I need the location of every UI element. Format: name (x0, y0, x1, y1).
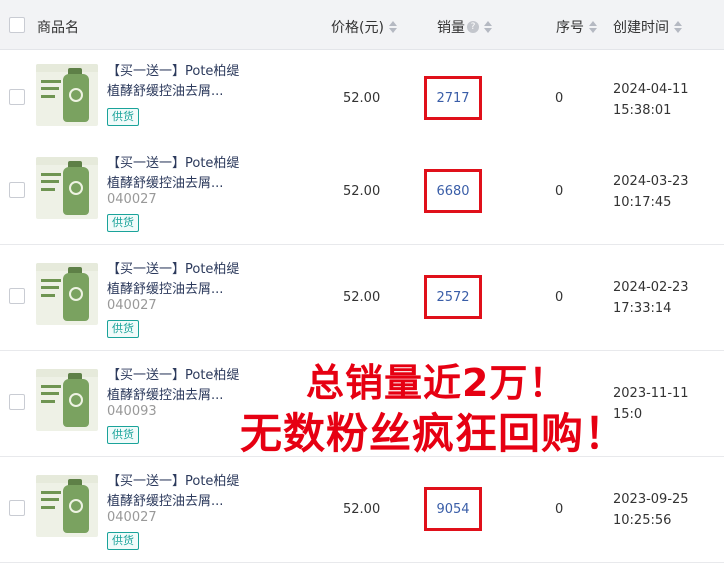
product-code: 040093 (107, 404, 157, 419)
created-time: 2023-09-25 10:25:56 (613, 489, 689, 531)
help-icon[interactable]: ? (467, 21, 479, 33)
supply-tag: 供货 (107, 108, 139, 126)
product-code: 040027 (107, 298, 157, 313)
row-checkbox[interactable] (9, 394, 25, 410)
header-product-name: 商品名 (37, 17, 79, 37)
table-header: 商品名 价格(元) 销量 ? 序号 创建时间 (0, 0, 724, 50)
table-row: 【买一送一】Pote柏缇 植酵舒缓控油去屑... 040027 供货 52.00… (0, 457, 724, 563)
created-time: 2024-02-23 17:33:14 (613, 277, 689, 319)
created-clock: 10:17:45 (613, 195, 672, 210)
sales-value: 2717 (436, 90, 470, 106)
header-created-time-label: 创建时间 (613, 20, 669, 36)
select-all-checkbox[interactable] (9, 17, 25, 33)
product-title[interactable]: 【买一送一】Pote柏缇 植酵舒缓控油去屑... (107, 260, 267, 300)
row-checkbox[interactable] (9, 89, 25, 105)
header-sales-label: 销量 (437, 20, 465, 36)
product-title[interactable]: 【买一送一】Pote柏缇 植酵舒缓控油去屑... (107, 154, 267, 194)
header-price-label: 价格(元) (331, 20, 384, 36)
sequence-value: 0 (555, 91, 564, 106)
created-clock: 10:25:56 (613, 513, 672, 528)
sort-icon[interactable] (388, 21, 397, 33)
created-time: 2024-03-23 10:17:45 (613, 171, 689, 213)
header-sequence-label: 序号 (556, 20, 584, 36)
sort-icon[interactable] (484, 21, 492, 33)
created-date: 2023-09-25 (613, 492, 689, 507)
header-created-time[interactable]: 创建时间 (613, 17, 682, 37)
row-checkbox[interactable] (9, 500, 25, 516)
product-code: 040027 (107, 192, 157, 207)
created-clock: 15:38:01 (613, 103, 672, 118)
sales-value-highlighted[interactable]: 6680 (424, 169, 482, 213)
created-clock: 17:33:14 (613, 301, 672, 316)
created-date: 2024-04-11 (613, 82, 689, 97)
supply-tag: 供货 (107, 214, 139, 232)
product-thumbnail[interactable] (36, 157, 98, 219)
sales-value: 6680 (436, 183, 470, 199)
created-time: 2024-04-11 15:38:01 (613, 79, 689, 121)
product-title[interactable]: 【买一送一】Pote柏缇 植酵舒缓控油去屑... (107, 472, 267, 512)
product-title-line1: 【买一送一】Pote柏缇 (107, 368, 240, 383)
header-sequence[interactable]: 序号 (556, 17, 597, 37)
product-title-line1: 【买一送一】Pote柏缇 (107, 262, 240, 277)
product-title-line1: 【买一送一】Pote柏缇 (107, 64, 240, 79)
product-title-line2: 植酵舒缓控油去屑... (107, 494, 224, 509)
sequence-value: 0 (555, 184, 564, 199)
product-title-line2: 植酵舒缓控油去屑... (107, 282, 224, 297)
product-thumbnail[interactable] (36, 475, 98, 537)
sales-value-highlighted[interactable]: 2572 (424, 275, 482, 319)
promo-overlay-line1: 总销量近2万！ (305, 360, 568, 406)
table-row: 【买一送一】Pote柏缇 植酵舒缓控油去屑... 040027 供货 52.00… (0, 139, 724, 245)
price-value: 52.00 (343, 290, 381, 305)
price-value: 52.00 (343, 91, 381, 106)
sales-value: 9054 (436, 501, 470, 517)
row-checkbox[interactable] (9, 288, 25, 304)
row-checkbox[interactable] (9, 182, 25, 198)
product-title-line2: 植酵舒缓控油去屑... (107, 84, 224, 99)
sort-icon[interactable] (589, 21, 597, 33)
product-title-line1: 【买一送一】Pote柏缇 (107, 474, 240, 489)
product-thumbnail[interactable] (36, 369, 98, 431)
sales-value-highlighted[interactable]: 9054 (424, 487, 482, 531)
product-title[interactable]: 【买一送一】Pote柏缇 植酵舒缓控油去屑... (107, 62, 267, 102)
supply-tag: 供货 (107, 426, 139, 444)
header-price[interactable]: 价格(元) (331, 17, 397, 37)
price-value: 52.00 (343, 184, 381, 199)
sales-value: 2572 (436, 289, 470, 305)
supply-tag: 供货 (107, 532, 139, 550)
promo-overlay-line2: 无数粉丝疯狂回购！ (239, 408, 628, 459)
product-code: 040027 (107, 510, 157, 525)
price-value: 52.00 (343, 502, 381, 517)
sort-icon[interactable] (674, 21, 682, 33)
sequence-value: 0 (555, 290, 564, 305)
created-date: 2024-03-23 (613, 174, 689, 189)
sales-value-highlighted[interactable]: 2717 (424, 76, 482, 120)
sequence-value: 0 (555, 502, 564, 517)
product-thumbnail[interactable] (36, 64, 98, 126)
product-thumbnail[interactable] (36, 263, 98, 325)
header-product-name-label: 商品名 (37, 20, 79, 36)
product-title-line1: 【买一送一】Pote柏缇 (107, 156, 240, 171)
table-row: 【买一送一】Pote柏缇 植酵舒缓控油去屑... 040027 供货 52.00… (0, 245, 724, 351)
header-sales[interactable]: 销量 ? (437, 17, 492, 37)
created-date: 2024-02-23 (613, 280, 689, 295)
product-title-line2: 植酵舒缓控油去屑... (107, 176, 224, 191)
supply-tag: 供货 (107, 320, 139, 338)
